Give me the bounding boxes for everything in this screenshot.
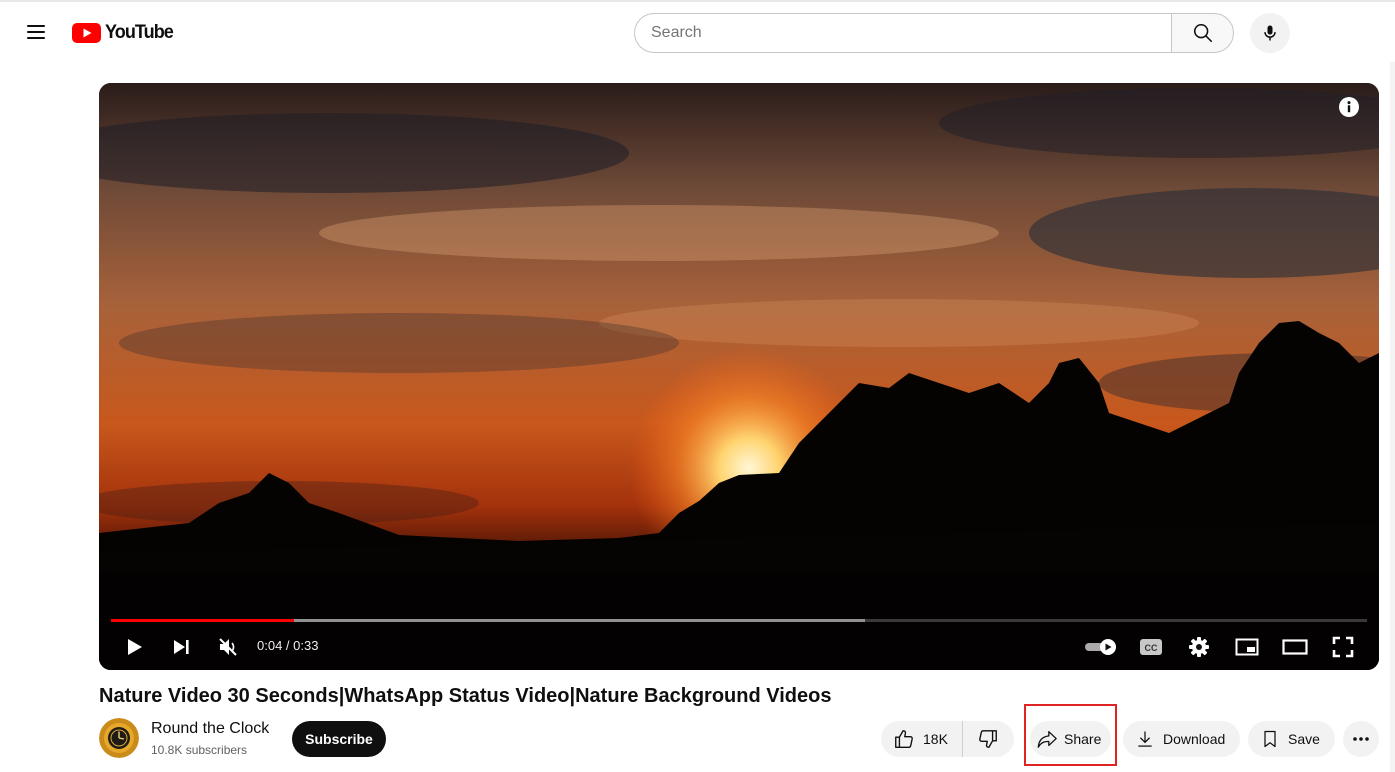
- youtube-logo[interactable]: YouTube: [72, 22, 176, 44]
- captions-icon: CC: [1140, 639, 1162, 655]
- subscribe-button[interactable]: Subscribe: [292, 721, 386, 757]
- info-glyph: [1347, 101, 1351, 113]
- top-bar: YouTube: [0, 0, 1395, 62]
- svg-text:CC: CC: [1145, 643, 1158, 653]
- bookmark-icon: [1264, 730, 1276, 748]
- time-display: 0:04 / 0:33: [257, 638, 319, 653]
- voice-search-button[interactable]: [1250, 13, 1290, 53]
- video-player[interactable]: 0:04 / 0:33 CC: [99, 83, 1379, 670]
- fullscreen-button[interactable]: [1327, 631, 1359, 663]
- info-icon[interactable]: [1339, 97, 1359, 117]
- dislike-button[interactable]: [963, 721, 1014, 757]
- mic-icon: [1264, 25, 1276, 41]
- download-button[interactable]: Download: [1123, 721, 1240, 757]
- page-scrollbar[interactable]: [1390, 62, 1395, 772]
- play-button[interactable]: [118, 631, 150, 663]
- clock-avatar-icon: [99, 718, 139, 758]
- video-frame-sunset: [99, 83, 1379, 670]
- player-controls: 0:04 / 0:33 CC: [99, 623, 1379, 669]
- menu-icon[interactable]: [20, 16, 52, 48]
- thumbs-down-icon: [979, 730, 998, 748]
- like-count: 18K: [923, 731, 948, 747]
- next-icon: [174, 640, 189, 654]
- download-icon: [1138, 731, 1152, 747]
- channel-avatar[interactable]: [99, 718, 139, 758]
- play-icon: [128, 639, 142, 655]
- youtube-play-logo-icon: [72, 23, 101, 43]
- autoplay-toggle[interactable]: [1083, 631, 1119, 663]
- search-icon: [1193, 23, 1212, 43]
- like-dislike-group: 18K: [881, 721, 1014, 757]
- fullscreen-icon: [1332, 636, 1354, 658]
- progress-bar[interactable]: [111, 619, 1367, 622]
- logo-wordmark: YouTube: [105, 22, 174, 43]
- like-button[interactable]: 18K: [881, 721, 963, 757]
- channel-name[interactable]: Round the Clock: [151, 720, 269, 738]
- thumbs-up-icon: [895, 730, 913, 748]
- miniplayer-button[interactable]: [1231, 631, 1263, 663]
- save-label: Save: [1288, 731, 1320, 747]
- mute-button[interactable]: [212, 631, 244, 663]
- subscriber-count: 10.8K subscribers: [151, 743, 248, 757]
- captions-button[interactable]: CC: [1135, 631, 1167, 663]
- more-actions-button[interactable]: [1343, 721, 1379, 757]
- download-label: Download: [1163, 731, 1226, 747]
- more-horizontal-icon: [1353, 737, 1369, 741]
- save-button[interactable]: Save: [1248, 721, 1335, 757]
- share-highlight-box: [1024, 704, 1117, 766]
- progress-played: [111, 619, 294, 622]
- theater-mode-button[interactable]: [1279, 631, 1311, 663]
- search-button[interactable]: [1171, 13, 1234, 53]
- theater-icon: [1282, 639, 1308, 655]
- search-bar: [634, 13, 1234, 53]
- next-button[interactable]: [165, 631, 197, 663]
- settings-icon: [1189, 637, 1209, 657]
- video-title: Nature Video 30 Seconds|WhatsApp Status …: [99, 685, 832, 707]
- miniplayer-icon: [1235, 638, 1259, 656]
- autoplay-toggle-icon: [1085, 639, 1116, 655]
- mute-icon: [219, 638, 237, 656]
- search-input[interactable]: [634, 13, 1171, 53]
- settings-button[interactable]: [1183, 631, 1215, 663]
